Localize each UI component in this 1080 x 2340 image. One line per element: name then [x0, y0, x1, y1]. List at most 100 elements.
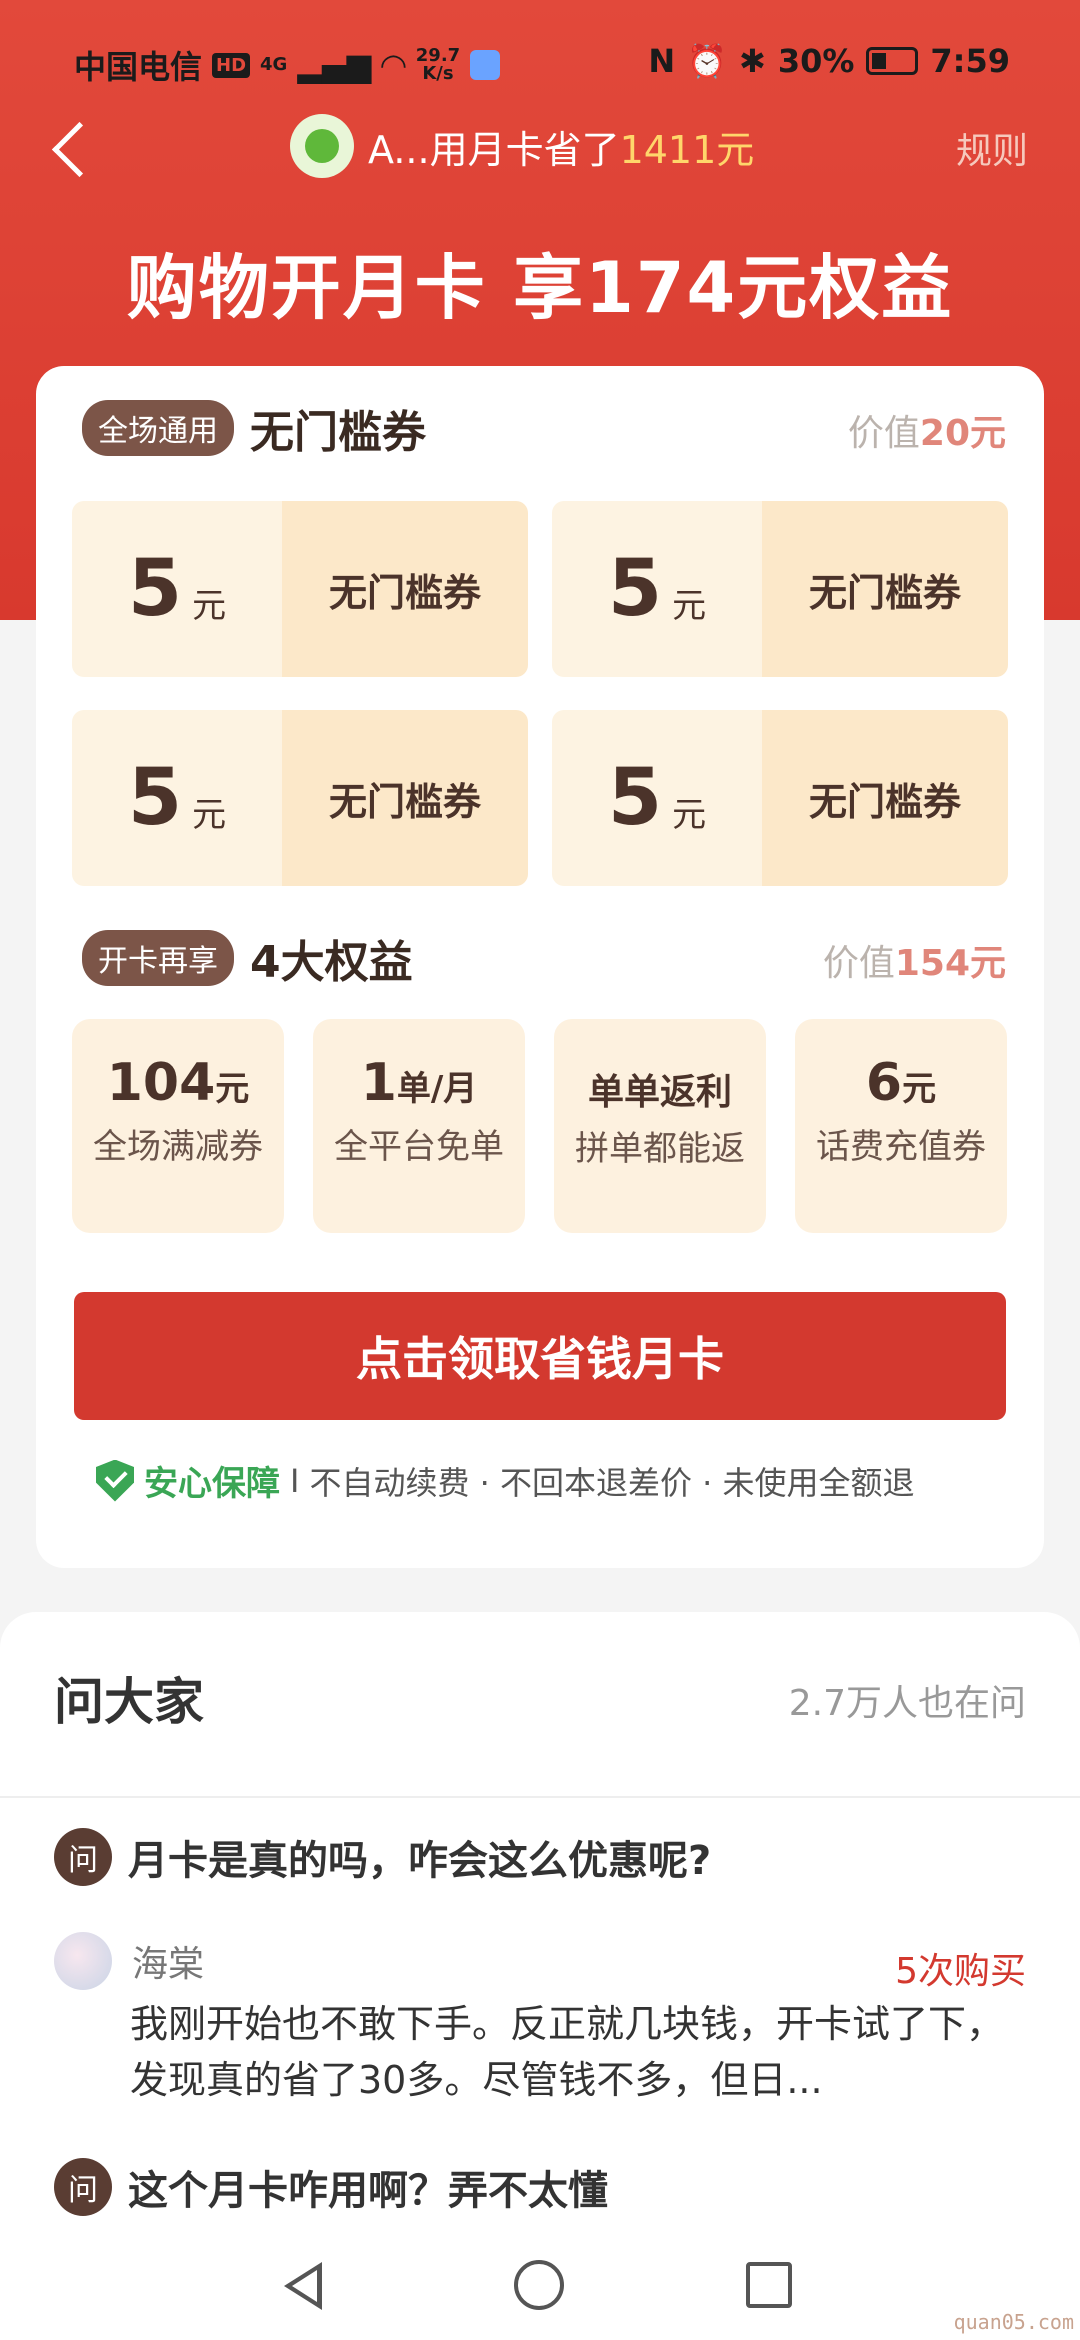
benefit-number: 104	[106, 1053, 216, 1113]
answer-author: 海棠	[54, 1932, 204, 1990]
app-notification-icon	[470, 50, 501, 80]
benefits-value-prefix: 价值	[822, 943, 895, 984]
coupon-card[interactable]: 5元 无门槛券	[552, 501, 1008, 677]
benefits-section-header: 开卡再享 4大权益	[82, 926, 413, 990]
coupon-amount-number: 5	[607, 753, 663, 843]
coupon-value-prefix: 价值	[847, 413, 920, 454]
battery-icon	[866, 47, 919, 75]
coupon-amount-number: 5	[127, 753, 183, 843]
coupon-amount: 5元	[72, 501, 282, 677]
ask-everyone-section: 问大家 2.7万人也在问 问 月卡是真的吗，咋会这么优惠呢? 海棠 5次购买 我…	[0, 1612, 1080, 2232]
savings-ticker: A...用月卡省了1411元	[290, 114, 754, 178]
guarantee-title: 安心保障	[144, 1464, 280, 1504]
shield-check-icon	[96, 1459, 134, 1502]
coupon-amount: 5元	[72, 710, 282, 886]
wifi-icon: ◠	[381, 46, 406, 84]
coupon-amount-unit: 元	[192, 585, 227, 626]
coupon-amount-unit: 元	[192, 794, 227, 835]
question-badge: 问	[54, 1828, 112, 1886]
nav-home-icon[interactable]	[514, 2260, 564, 2310]
benefit-card[interactable]: 1单/月 全平台免单	[313, 1019, 525, 1233]
question-badge: 问	[54, 2158, 112, 2216]
benefit-amount: 1单/月	[313, 1053, 525, 1113]
apple-icon	[305, 129, 339, 163]
benefit-card[interactable]: 6元 话费充值券	[795, 1019, 1007, 1233]
question-text: 这个月卡咋用啊？弄不太懂	[128, 2168, 608, 2214]
benefits-section-value: 价值154元	[823, 934, 1006, 986]
net-speed: 29.7 K/s	[416, 47, 460, 83]
avatar	[54, 1932, 112, 1990]
coupon-amount-number: 5	[127, 544, 183, 634]
carrier-name: 中国电信	[74, 48, 203, 86]
monthly-card-panel: 全场通用 无门槛券 价值20元 5元 无门槛券 5元 无门槛券 5元 无门槛券 …	[36, 366, 1044, 1568]
claim-card-button[interactable]: 点击领取省钱月卡	[74, 1292, 1006, 1420]
purchase-count: 5次购买	[895, 1951, 1026, 1992]
watermark: quan05.com	[953, 2310, 1074, 2334]
divider	[0, 1796, 1080, 1798]
benefit-amount: 单单返利	[587, 1072, 732, 1113]
coupon-section-header: 全场通用 无门槛券	[82, 396, 426, 460]
answer-author-name: 海棠	[132, 1944, 205, 1985]
question-item[interactable]: 问 月卡是真的吗，咋会这么优惠呢?	[54, 1828, 711, 1886]
coupon-label: 无门槛券	[762, 710, 1008, 886]
benefit-unit: 单/月	[396, 1069, 478, 1109]
nfc-icon: N	[648, 42, 676, 80]
benefit-amount: 6元	[795, 1053, 1007, 1113]
savings-text: A...用月卡省了1411元	[368, 119, 754, 174]
benefit-label: 全平台免单	[334, 1127, 504, 1167]
benefit-label: 全场满减券	[93, 1127, 263, 1167]
savings-prefix: A...用月卡省了	[368, 127, 620, 172]
benefit-number: 1	[360, 1053, 397, 1113]
coupon-section-value: 价值20元	[848, 404, 1006, 456]
ask-title: 问大家	[54, 1673, 204, 1731]
benefits-section-tag: 开卡再享	[82, 930, 234, 986]
page-headline: 购物开月卡 享174元权益	[126, 247, 954, 329]
coupon-amount-number: 5	[607, 544, 663, 634]
benefits-section-title: 4大权益	[250, 937, 413, 988]
coupon-section-tag: 全场通用	[82, 400, 234, 456]
guarantee-text: 不自动续费 · 不回本退差价 · 未使用全额退	[309, 1463, 915, 1502]
net-speed-unit: K/s	[422, 63, 454, 84]
coupon-card[interactable]: 5元 无门槛券	[72, 501, 528, 677]
back-arrow-icon[interactable]	[46, 120, 98, 176]
benefit-label: 话费充值券	[816, 1127, 986, 1167]
benefits-value-amount: 154元	[894, 943, 1006, 984]
benefit-amount: 104元	[72, 1053, 284, 1113]
rules-link[interactable]: 规则	[956, 122, 1028, 174]
coupon-value-amount: 20元	[919, 413, 1006, 454]
coupon-label: 无门槛券	[282, 501, 528, 677]
nav-back-icon[interactable]	[284, 2262, 322, 2310]
hd-icon: HD	[212, 52, 251, 78]
coupon-card[interactable]: 5元 无门槛券	[552, 710, 1008, 886]
signal-icon: ▂▄▆	[297, 46, 372, 84]
savings-amount: 1411元	[619, 127, 755, 172]
system-nav-bar: quan05.com	[0, 2232, 1080, 2340]
nav-recents-icon[interactable]	[746, 2262, 792, 2308]
benefit-card[interactable]: 单单返利 拼单都能返	[554, 1019, 766, 1233]
benefit-card[interactable]: 104元 全场满减券	[72, 1019, 284, 1233]
clock: 7:59	[930, 42, 1010, 80]
coupon-amount: 5元	[552, 710, 762, 886]
coupon-label: 无门槛券	[762, 501, 1008, 677]
ask-count[interactable]: 2.7万人也在问	[789, 1674, 1026, 1726]
network-type: 4G	[260, 54, 288, 75]
coupon-amount: 5元	[552, 501, 762, 677]
benefit-unit: 元	[215, 1069, 250, 1109]
alarm-icon: ⏰	[687, 42, 727, 80]
coupon-amount-unit: 元	[672, 585, 707, 626]
benefit-label: 拼单都能返	[575, 1129, 745, 1169]
bluetooth-icon: ✱	[739, 42, 766, 80]
status-left: 中国电信 HD 4G ▂▄▆ ◠ 29.7 K/s	[74, 42, 501, 88]
answer-text[interactable]: 我刚开始也不敢下手。反正就几块钱，开卡试了下，发现真的省了30多。尽管钱不多，但…	[130, 1996, 1030, 2108]
coupon-section-title: 无门槛券	[250, 407, 426, 458]
coupon-amount-unit: 元	[672, 794, 707, 835]
coupon-label: 无门槛券	[282, 710, 528, 886]
question-item[interactable]: 问 这个月卡咋用啊？弄不太懂	[54, 2158, 608, 2216]
status-bar: 中国电信 HD 4G ▂▄▆ ◠ 29.7 K/s N ⏰ ✱ 30% 7:59	[0, 0, 1080, 120]
top-nav: A...用月卡省了1411元 规则	[0, 110, 1080, 186]
coupon-card[interactable]: 5元 无门槛券	[72, 710, 528, 886]
benefit-unit: 元	[902, 1069, 937, 1109]
battery-percent: 30%	[777, 42, 855, 80]
user-avatar	[290, 114, 354, 178]
question-text: 月卡是真的吗，咋会这么优惠呢?	[128, 1838, 712, 1884]
